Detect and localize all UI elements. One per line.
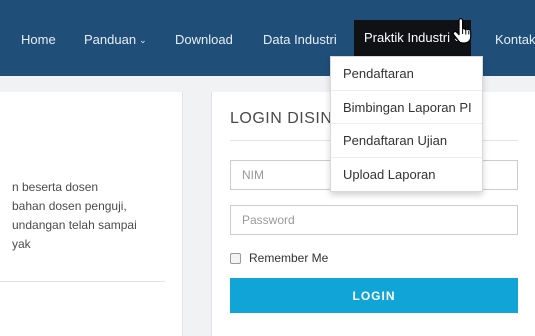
login-title: LOGIN DISIN bbox=[230, 110, 333, 127]
dropdown-item-pendaftaran[interactable]: Pendaftaran bbox=[331, 57, 482, 91]
info-divider bbox=[0, 281, 165, 282]
dropdown-item-bimbingan-laporan[interactable]: Bimbingan Laporan PI bbox=[331, 91, 482, 124]
info-text-line: undangan telah sampai bbox=[12, 218, 137, 232]
login-button[interactable]: LOGIN bbox=[230, 278, 518, 313]
info-text-line: yak bbox=[12, 237, 31, 251]
remember-me-label: Remember Me bbox=[249, 251, 329, 265]
info-text-line: n beserta dosen bbox=[12, 180, 99, 194]
nav-home-label: Home bbox=[21, 32, 56, 47]
info-text-line: bahan dosen penguji, bbox=[12, 199, 127, 213]
chevron-down-icon: ⌄ bbox=[139, 35, 147, 45]
nav-panduan[interactable]: Panduan ⌄ bbox=[84, 28, 147, 52]
nav-data-industri[interactable]: Data Industri bbox=[263, 28, 337, 52]
dropdown-item-upload-laporan[interactable]: Upload Laporan bbox=[331, 158, 482, 192]
hand-pointer-icon bbox=[452, 18, 472, 44]
nav-praktik-industri-label: Praktik Industri bbox=[364, 30, 450, 45]
info-panel: n beserta dosen bahan dosen penguji, und… bbox=[0, 92, 183, 336]
dropdown-item-pendaftaran-ujian[interactable]: Pendaftaran Ujian bbox=[331, 124, 482, 158]
nav-download-label: Download bbox=[175, 32, 233, 47]
praktik-industri-dropdown: Pendaftaran Bimbingan Laporan PI Pendaft… bbox=[330, 56, 483, 192]
nav-home[interactable]: Home bbox=[21, 28, 56, 52]
remember-me[interactable]: Remember Me bbox=[230, 250, 328, 266]
nav-data-industri-label: Data Industri bbox=[263, 32, 337, 47]
nav-panduan-label: Panduan bbox=[84, 32, 137, 47]
remember-me-checkbox[interactable] bbox=[230, 252, 241, 264]
nav-kontak[interactable]: Kontak bbox=[495, 28, 535, 52]
nav-download[interactable]: Download bbox=[175, 28, 233, 52]
password-input[interactable] bbox=[230, 205, 518, 235]
nav-kontak-label: Kontak bbox=[495, 32, 535, 47]
